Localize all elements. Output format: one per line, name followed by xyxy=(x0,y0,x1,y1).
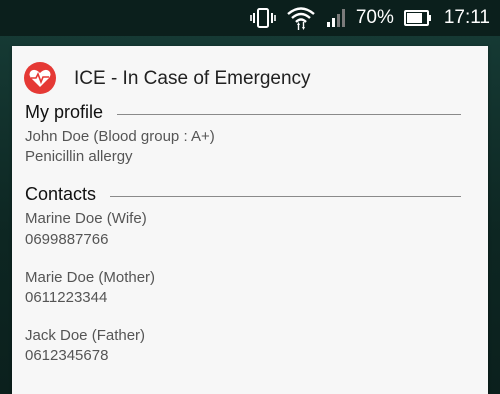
profile-allergy: Penicillin allergy xyxy=(25,148,133,165)
vibrate-icon xyxy=(250,7,276,29)
ice-widget-card[interactable]: ICE - In Case of Emergency My profile Jo… xyxy=(12,46,488,394)
contact-name: Marine Doe (Wife) xyxy=(25,210,147,227)
heart-pulse-icon xyxy=(24,62,56,94)
profile-name-line: John Doe (Blood group : A+) xyxy=(25,128,215,145)
divider xyxy=(110,195,461,197)
card-header: ICE - In Case of Emergency xyxy=(12,46,488,108)
contacts-heading: Contacts xyxy=(25,184,97,204)
contacts-section-header: Contacts xyxy=(25,184,461,205)
contact-name: Jack Doe (Father) xyxy=(25,327,146,344)
wifi-icon xyxy=(286,5,316,31)
battery-percent: 70% xyxy=(355,7,394,28)
battery-icon xyxy=(403,10,432,26)
status-bar: 70% 17:11 xyxy=(0,0,500,36)
clock: 17:11 xyxy=(443,7,490,28)
contact-phone[interactable]: 0612345678 xyxy=(25,347,108,364)
signal-icon xyxy=(326,8,348,28)
contact-name: Marie Doe (Mother) xyxy=(25,269,156,286)
divider xyxy=(117,113,461,115)
profile-heading: My profile xyxy=(25,102,104,122)
profile-section-header: My profile xyxy=(25,102,461,123)
contact-phone[interactable]: 0611223344 xyxy=(25,289,107,306)
contact-phone[interactable]: 0699887766 xyxy=(25,231,108,248)
app-title: ICE - In Case of Emergency xyxy=(74,68,311,89)
